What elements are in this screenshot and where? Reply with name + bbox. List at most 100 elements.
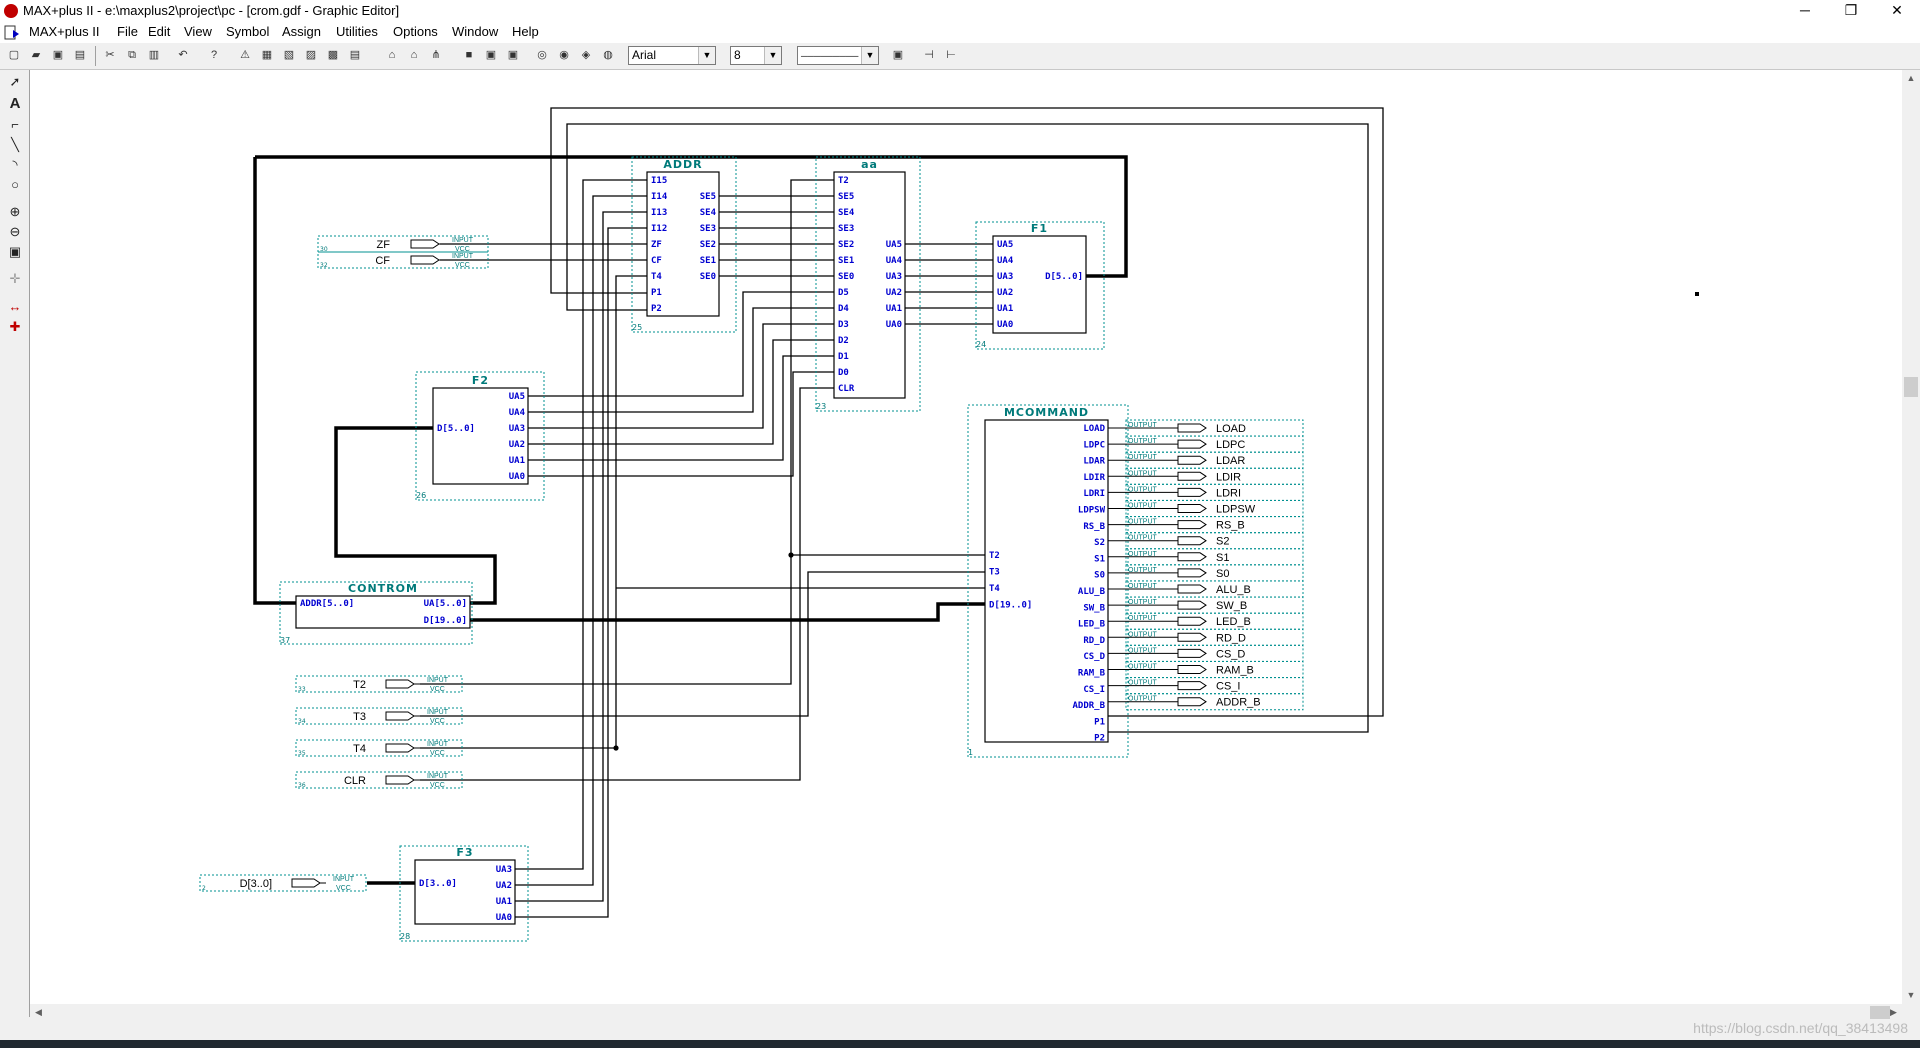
timing-analyzer-icon[interactable]: ◎ [533, 46, 551, 64]
output-pin-alu-b[interactable]: OUTPUT ALU_B [1108, 580, 1304, 598]
output-pin-rs-b[interactable]: OUTPUT RS_B [1108, 516, 1304, 534]
scroll-up-icon[interactable]: ▲ [1902, 70, 1920, 87]
menu-assign[interactable]: Assign [278, 24, 325, 39]
line-style-select[interactable]: ───────── ▼ [797, 46, 879, 65]
output-pin-addr-b[interactable]: OUTPUT ADDR_B [1108, 693, 1304, 711]
scroll-right-icon[interactable]: ▶ [1885, 1004, 1902, 1021]
timing-icon[interactable]: ◍ [599, 46, 617, 64]
project-top-icon[interactable]: ⌂ [405, 46, 423, 64]
open-folder-icon[interactable]: ▰ [27, 46, 45, 64]
menu-view[interactable]: View [180, 24, 216, 39]
arc-tool-icon[interactable]: ◝ [5, 156, 25, 175]
close-button[interactable]: ✕ [1874, 0, 1920, 22]
block-addr[interactable]: ADDR 25 I15 I14 I13 I12 ZF CF T4 P1 P2 SE5 SE4 SE3 SE2… [632, 158, 720, 332]
print-icon[interactable]: ▤ [71, 46, 89, 64]
rubberband-off-icon[interactable]: ⊢ [942, 46, 960, 64]
restore-button[interactable]: ❐ [1828, 0, 1874, 22]
menu-symbol[interactable]: Symbol [222, 24, 273, 39]
minimize-button[interactable]: ─ [1782, 0, 1828, 22]
zoom-in-icon[interactable]: ⊕ [5, 203, 25, 222]
align-icon[interactable]: ▣ [889, 46, 907, 64]
block-number: 37 [280, 636, 290, 645]
output-pin-rd-d[interactable]: OUTPUT RD_D [1108, 628, 1304, 646]
programmer-icon[interactable]: ◈ [577, 46, 595, 64]
disconnect-nodes-icon[interactable]: ✚ [5, 318, 25, 337]
save-icon[interactable]: ▣ [49, 46, 67, 64]
copy-icon[interactable]: ⧉ [123, 46, 141, 64]
save-compile-icon[interactable]: ▣ [504, 46, 522, 64]
diagonal-line-icon[interactable]: ╲ [5, 136, 25, 155]
hierarchy-icon[interactable]: ▦ [258, 46, 276, 64]
text-tool-icon[interactable]: A [5, 95, 25, 114]
menu-window[interactable]: Window [448, 24, 502, 39]
port-in-addr-5-0-: ADDR[5..0] [300, 599, 354, 609]
block-body[interactable] [432, 387, 529, 485]
output-pin-cs-i[interactable]: OUTPUT CS_I [1108, 677, 1304, 695]
orthogonal-line-icon[interactable]: ⌐ [5, 116, 25, 135]
output-pin-load[interactable]: OUTPUT LOAD [1108, 419, 1304, 437]
waveform-icon[interactable]: ▩ [324, 46, 342, 64]
fit-in-window-icon[interactable]: ▣ [5, 243, 25, 262]
output-pin-cs-d[interactable]: OUTPUT CS_D [1108, 644, 1304, 662]
scroll-left-icon[interactable]: ◀ [30, 1004, 47, 1021]
output-pin-s1[interactable]: OUTPUT S1 [1108, 548, 1304, 566]
help-pointer-icon[interactable]: ? [205, 46, 223, 64]
simulator-icon[interactable]: ◉ [555, 46, 573, 64]
output-pin-ldri[interactable]: OUTPUT LDRI [1108, 483, 1304, 501]
zoom-out-icon[interactable]: ⊖ [5, 223, 25, 242]
compile-icon[interactable]: ■ [460, 46, 478, 64]
vertical-scroll-thumb[interactable] [1904, 377, 1918, 397]
font-size-select[interactable]: 8 ▼ [730, 46, 782, 65]
rubberband-on-icon[interactable]: ⊣ [920, 46, 938, 64]
port-in-cf: CF [651, 256, 662, 266]
menu-help[interactable]: Help [508, 24, 543, 39]
report-icon[interactable]: ▤ [346, 46, 364, 64]
symbol-icon[interactable]: ▨ [302, 46, 320, 64]
font-select[interactable]: Arial ▼ [628, 46, 716, 65]
rubberband-icon[interactable]: ✛ [5, 270, 25, 289]
output-pin-ldir[interactable]: OUTPUT LDIR [1108, 467, 1304, 485]
pin-number: 36 [298, 782, 306, 789]
output-pin-ram-b[interactable]: OUTPUT RAM_B [1108, 661, 1304, 678]
block-f3[interactable]: F3 28 D[3..0] UA3 UA2 UA1 UA0 [400, 846, 516, 941]
project-tree-icon[interactable]: ⋔ [427, 46, 445, 64]
floorplan-icon[interactable]: ▧ [280, 46, 298, 64]
port-out-ua5: UA5 [886, 240, 902, 250]
block-mcommand[interactable]: MCOMMAND 1 T2 T3 T4 D[19..0] LOAD LDPC LDAR LDIR L… [968, 406, 1109, 757]
output-pin-s0[interactable]: OUTPUT S0 [1108, 564, 1304, 582]
connect-nodes-icon[interactable]: ↔ [5, 298, 25, 317]
menu-file[interactable]: File [113, 24, 142, 39]
output-pin-sw-b[interactable]: OUTPUT SW_B [1108, 596, 1304, 614]
output-pin-ldar[interactable]: OUTPUT LDAR [1108, 451, 1304, 469]
menu-utilities[interactable]: Utilities [332, 24, 382, 39]
block-f2[interactable]: F2 26 D[5..0] UA5 UA4 UA3 UA2 UA1 UA0 [416, 374, 529, 500]
port-in-t2: T2 [838, 176, 849, 186]
undo-icon[interactable]: ↶ [174, 46, 192, 64]
cut-icon[interactable]: ✂ [101, 46, 119, 64]
vertical-scrollbar[interactable]: ▲ ▼ [1902, 70, 1920, 1004]
block-f1[interactable]: F1 24 UA5 UA4 UA3 UA2 UA1 UA0 D[5..0] [976, 222, 1087, 349]
block-contrLabel[interactable]: CONTROM 37 ADDR[5..0] UA[5..0] D[19..0] [280, 582, 471, 645]
paste-icon[interactable]: ▥ [145, 46, 163, 64]
menu-maxplus[interactable]: MAX+plus II [25, 24, 103, 39]
block-body[interactable] [833, 171, 906, 399]
project-hierarchy-icon[interactable]: ⌂ [383, 46, 401, 64]
circle-tool-icon[interactable]: ○ [5, 176, 25, 195]
menu-edit[interactable]: Edit [144, 24, 174, 39]
menu-options[interactable]: Options [389, 24, 442, 39]
select-arrow-icon[interactable]: ➚ [5, 73, 25, 92]
warning-icon[interactable]: ⚠ [236, 46, 254, 64]
pin-type: OUTPUT [1128, 519, 1158, 526]
output-pin-ldpc[interactable]: OUTPUT LDPC [1108, 435, 1304, 453]
schematic-canvas[interactable]: ADDR 25 I15 I14 I13 I12 ZF CF T4 P1 P2 SE5 SE4 SE3 SE2… [30, 70, 1902, 1004]
input-pin-d-3-0-[interactable]: D[3..0] INPUT VCC 2 [199, 874, 367, 892]
block-body[interactable] [992, 235, 1087, 334]
pin-name: RD_D [1216, 632, 1246, 644]
horizontal-scrollbar[interactable]: ◀ ▶ [30, 1004, 1902, 1021]
output-pin-ldpsw[interactable]: OUTPUT LDPSW [1108, 500, 1304, 517]
compile-all-icon[interactable]: ▣ [482, 46, 500, 64]
output-pin-s2[interactable]: OUTPUT S2 [1108, 532, 1304, 550]
new-file-icon[interactable]: ▢ [5, 46, 23, 64]
scroll-down-icon[interactable]: ▼ [1902, 987, 1920, 1004]
output-pin-led-b[interactable]: OUTPUT LED_B [1108, 612, 1304, 630]
